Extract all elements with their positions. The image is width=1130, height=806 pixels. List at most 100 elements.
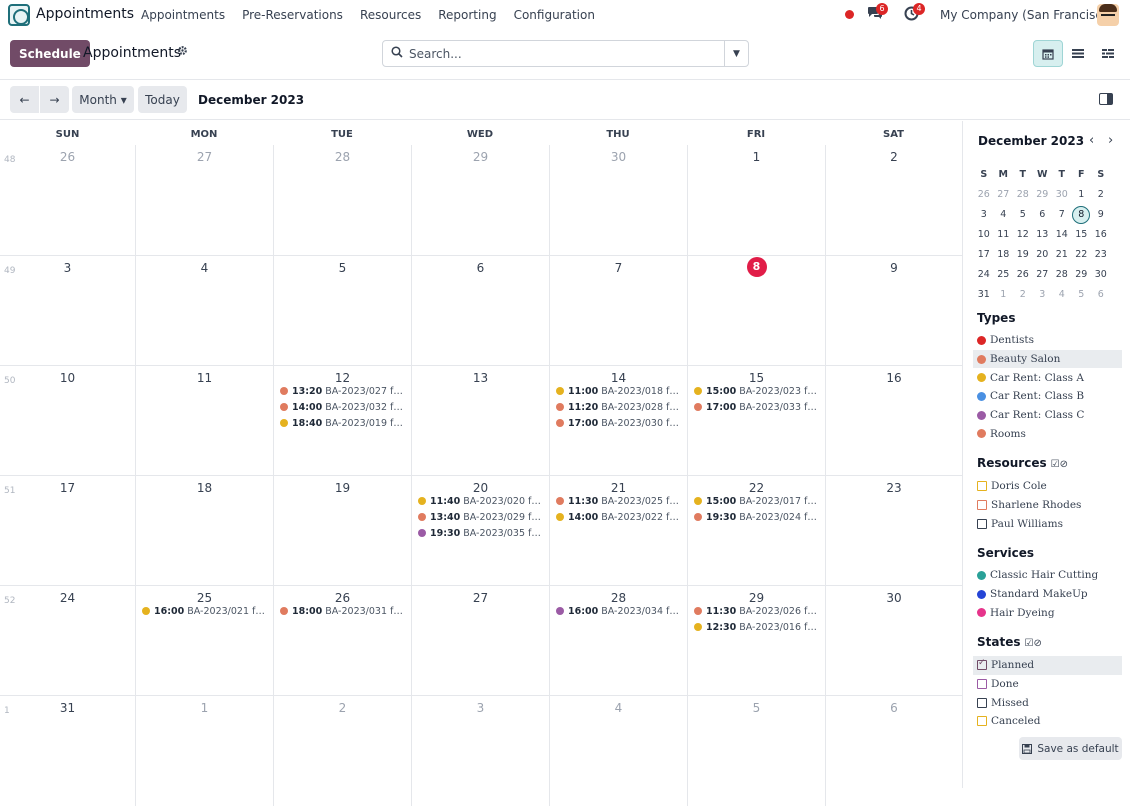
checkbox-icon[interactable] xyxy=(977,697,987,708)
calendar-event[interactable]: 15:00 BA-2023/017 for ... xyxy=(694,493,821,509)
mini-calendar-day[interactable]: 30 xyxy=(1091,265,1111,285)
day-cell[interactable]: 30 xyxy=(825,586,962,696)
day-cell[interactable]: 28 16:00 BA-2023/034 for ... xyxy=(549,586,687,696)
day-cell[interactable]: 19 xyxy=(273,476,411,586)
day-number[interactable]: 5 xyxy=(274,261,411,275)
day-cell[interactable]: 1 xyxy=(135,696,273,806)
day-number[interactable]: 17 xyxy=(0,481,135,495)
day-number[interactable]: 1 xyxy=(136,701,273,715)
day-cell[interactable]: 3 xyxy=(411,696,549,806)
calendar-event[interactable]: 11:00 BA-2023/018 for ... xyxy=(556,383,683,399)
schedule-button[interactable]: Schedule xyxy=(10,40,90,67)
select-all-none-icons[interactable]: ☑⊘ xyxy=(1025,638,1042,649)
day-cell[interactable]: 4 xyxy=(135,256,273,366)
mini-calendar-day[interactable]: 29 xyxy=(1072,265,1092,285)
day-number[interactable]: 13 xyxy=(412,371,549,385)
app-name[interactable]: Appointments xyxy=(36,6,134,22)
previous-period-button[interactable]: ← xyxy=(10,86,39,113)
day-cell[interactable]: 23 xyxy=(825,476,962,586)
day-number[interactable]: 23 xyxy=(826,481,962,495)
messages-icon[interactable]: 6 xyxy=(867,3,888,22)
mini-calendar-day[interactable]: 20 xyxy=(1033,245,1053,265)
today-button[interactable]: Today xyxy=(138,86,187,113)
calendar-event[interactable]: 15:00 BA-2023/023 for ... xyxy=(694,383,821,399)
mini-calendar-prev-icon[interactable]: ‹ xyxy=(1089,133,1094,148)
activities-clock-icon[interactable]: 4 xyxy=(904,3,925,22)
day-number[interactable]: 28 xyxy=(274,150,411,164)
day-cell[interactable]: 28 xyxy=(273,145,411,255)
day-cell[interactable]: 17 xyxy=(0,476,135,586)
day-cell[interactable]: 7 xyxy=(549,256,687,366)
filter-resources-item[interactable]: Sharlene Rhodes xyxy=(973,496,1122,515)
calendar-event[interactable]: 13:20 BA-2023/027 for ... xyxy=(280,383,407,399)
day-number[interactable]: 5 xyxy=(688,701,825,715)
filter-states-item[interactable]: Canceled xyxy=(973,712,1122,731)
day-number[interactable]: 29 xyxy=(412,150,549,164)
day-number[interactable]: 4 xyxy=(550,701,687,715)
mini-calendar-day[interactable]: 11 xyxy=(994,225,1014,245)
filter-types-item[interactable]: Rooms xyxy=(973,424,1122,443)
mini-calendar-day[interactable]: 2 xyxy=(1013,285,1033,305)
calendar-event[interactable]: 18:40 BA-2023/019 for ... xyxy=(280,415,407,431)
mini-calendar-day[interactable]: 3 xyxy=(1033,285,1053,305)
day-number[interactable]: 3 xyxy=(0,261,135,275)
gear-icon[interactable] xyxy=(177,45,188,59)
day-number[interactable]: 31 xyxy=(0,701,135,715)
day-number[interactable]: 11 xyxy=(136,371,273,385)
day-cell[interactable]: 25 16:00 BA-2023/021 for ... xyxy=(135,586,273,696)
mini-calendar-next-icon[interactable]: › xyxy=(1108,133,1113,148)
day-cell[interactable]: 13 xyxy=(411,366,549,476)
day-cell[interactable]: 9 xyxy=(825,256,962,366)
calendar-event[interactable]: 16:00 BA-2023/021 for ... xyxy=(142,603,269,619)
mini-calendar-day[interactable]: 19 xyxy=(1013,245,1033,265)
day-cell[interactable]: 29 xyxy=(411,145,549,255)
filter-types-item[interactable]: Dentists xyxy=(973,331,1122,350)
menu-item-pre-reservations[interactable]: Pre-Reservations xyxy=(242,8,343,22)
user-avatar[interactable] xyxy=(1097,4,1119,26)
day-cell[interactable]: 8 xyxy=(687,256,825,366)
mini-calendar-day[interactable]: 12 xyxy=(1013,225,1033,245)
day-number[interactable]: 30 xyxy=(826,591,962,605)
mini-calendar-day[interactable]: 2 xyxy=(1091,185,1111,205)
day-cell[interactable]: 12 13:20 BA-2023/027 for ... 14:00 BA-2023/0… xyxy=(273,366,411,476)
mini-calendar-day[interactable]: 13 xyxy=(1033,225,1053,245)
day-number[interactable]: 6 xyxy=(826,701,962,715)
filter-states-item[interactable]: Missed xyxy=(973,693,1122,712)
mini-calendar-day[interactable]: 29 xyxy=(1033,185,1053,205)
filter-types-item[interactable]: Beauty Salon xyxy=(973,349,1122,369)
search-input[interactable] xyxy=(407,43,717,64)
mini-calendar-day[interactable]: 5 xyxy=(1013,205,1033,225)
next-period-button[interactable]: → xyxy=(40,86,69,113)
day-cell[interactable]: 4 xyxy=(549,696,687,806)
day-number[interactable]: 27 xyxy=(136,150,273,164)
day-cell[interactable]: 16 xyxy=(825,366,962,476)
day-cell[interactable]: 15 15:00 BA-2023/023 for ... 17:00 BA-2023/0… xyxy=(687,366,825,476)
day-number[interactable]: 30 xyxy=(550,150,687,164)
today-date-badge[interactable]: 8 xyxy=(746,257,767,277)
day-number[interactable]: 10 xyxy=(0,371,135,385)
day-cell[interactable]: 20 11:40 BA-2023/020 for ... 13:40 BA-2023/0… xyxy=(411,476,549,586)
checkbox-icon[interactable] xyxy=(977,679,987,690)
checkbox-icon[interactable] xyxy=(977,716,987,727)
menu-item-reporting[interactable]: Reporting xyxy=(438,8,496,22)
menu-item-appointments[interactable]: Appointments xyxy=(141,8,225,22)
day-cell[interactable]: 14 11:00 BA-2023/018 for ... 11:20 BA-2023/0… xyxy=(549,366,687,476)
day-number[interactable]: 3 xyxy=(412,701,549,715)
filter-services-item[interactable]: Classic Hair Cutting xyxy=(973,566,1122,585)
mini-calendar-day[interactable]: 14 xyxy=(1052,225,1072,245)
day-cell[interactable]: 6 xyxy=(411,256,549,366)
day-number[interactable]: 9 xyxy=(826,261,962,275)
calendar-event[interactable]: 19:30 BA-2023/035 for ... xyxy=(418,525,545,541)
day-number[interactable]: 24 xyxy=(0,591,135,605)
mini-calendar-day[interactable]: 22 xyxy=(1072,245,1092,265)
day-number[interactable]: 26 xyxy=(0,150,135,164)
day-cell[interactable]: 5 xyxy=(273,256,411,366)
day-cell[interactable]: 2 xyxy=(825,145,962,255)
day-cell[interactable]: 10 xyxy=(0,366,135,476)
mini-calendar-day[interactable]: 26 xyxy=(1013,265,1033,285)
day-number[interactable]: 2 xyxy=(274,701,411,715)
mini-calendar-day[interactable]: 9 xyxy=(1091,205,1111,225)
mini-calendar-day[interactable]: 15 xyxy=(1072,225,1092,245)
day-cell[interactable]: 21 11:30 BA-2023/025 for ... 14:00 BA-2023/0… xyxy=(549,476,687,586)
mini-calendar-day[interactable]: 24 xyxy=(974,265,994,285)
